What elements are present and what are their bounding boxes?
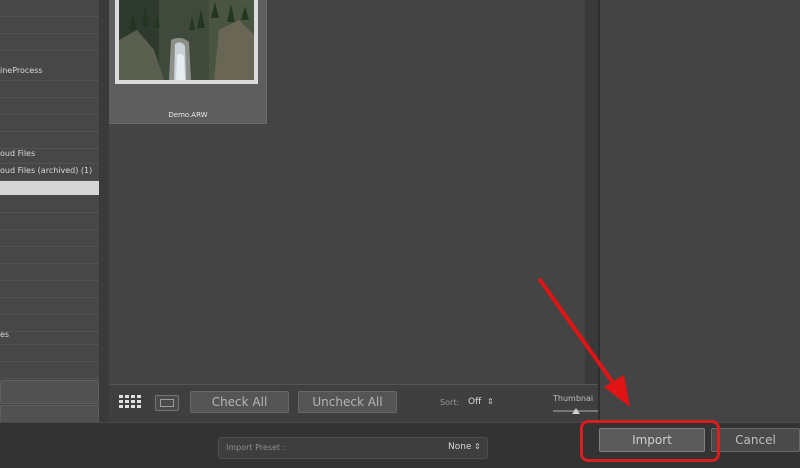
up-down-chevron-icon: ⇕ xyxy=(474,442,481,451)
source-row-label: oud Files xyxy=(0,149,36,158)
source-row[interactable] xyxy=(0,115,99,132)
thumbnail-image[interactable] xyxy=(119,0,254,80)
source-panel: ineProcess oud Files oud Files (archived… xyxy=(0,0,99,422)
source-row[interactable] xyxy=(0,298,99,315)
source-row[interactable] xyxy=(0,362,99,379)
cancel-button[interactable]: Cancel xyxy=(711,428,800,452)
source-row[interactable] xyxy=(0,81,99,98)
source-row[interactable]: es xyxy=(0,328,99,345)
import-preset-value: None xyxy=(448,442,472,452)
source-row[interactable] xyxy=(0,196,99,213)
thumbnail-filename: Demo.ARW xyxy=(168,111,208,119)
check-all-button[interactable]: Check All xyxy=(190,391,289,413)
source-row[interactable]: oud Files (archived) (1) xyxy=(0,164,99,181)
grid-view-icon[interactable] xyxy=(118,394,144,412)
annotation-highlight-box xyxy=(580,420,720,462)
panel-divider xyxy=(99,0,109,422)
source-row-label: oud Files (archived) (1) xyxy=(0,166,93,175)
source-row-label: es xyxy=(0,330,10,339)
source-row[interactable]: ineProcess xyxy=(0,64,99,81)
loupe-view-icon xyxy=(160,399,174,407)
source-row[interactable] xyxy=(0,34,99,51)
source-row[interactable] xyxy=(0,17,99,34)
source-row[interactable] xyxy=(0,98,99,115)
import-preset-label: Import Preset : xyxy=(226,443,286,452)
source-row[interactable] xyxy=(0,281,99,298)
sort-label: Sort: xyxy=(440,398,460,407)
source-row[interactable] xyxy=(0,230,99,247)
up-down-chevron-icon: ⇕ xyxy=(487,397,494,406)
source-panel-button[interactable] xyxy=(0,380,99,404)
annotation-arrow-icon xyxy=(538,278,630,407)
source-row[interactable] xyxy=(0,264,99,281)
sort-select[interactable]: Off xyxy=(468,397,481,407)
source-row[interactable] xyxy=(0,0,99,17)
source-row[interactable]: oud Files xyxy=(0,147,99,164)
source-row-label: ineProcess xyxy=(0,66,43,75)
selected-source-row[interactable] xyxy=(0,181,99,195)
source-row[interactable] xyxy=(0,345,99,362)
uncheck-all-button[interactable]: Uncheck All xyxy=(298,391,397,413)
source-row[interactable] xyxy=(0,213,99,230)
source-row[interactable] xyxy=(0,247,99,264)
